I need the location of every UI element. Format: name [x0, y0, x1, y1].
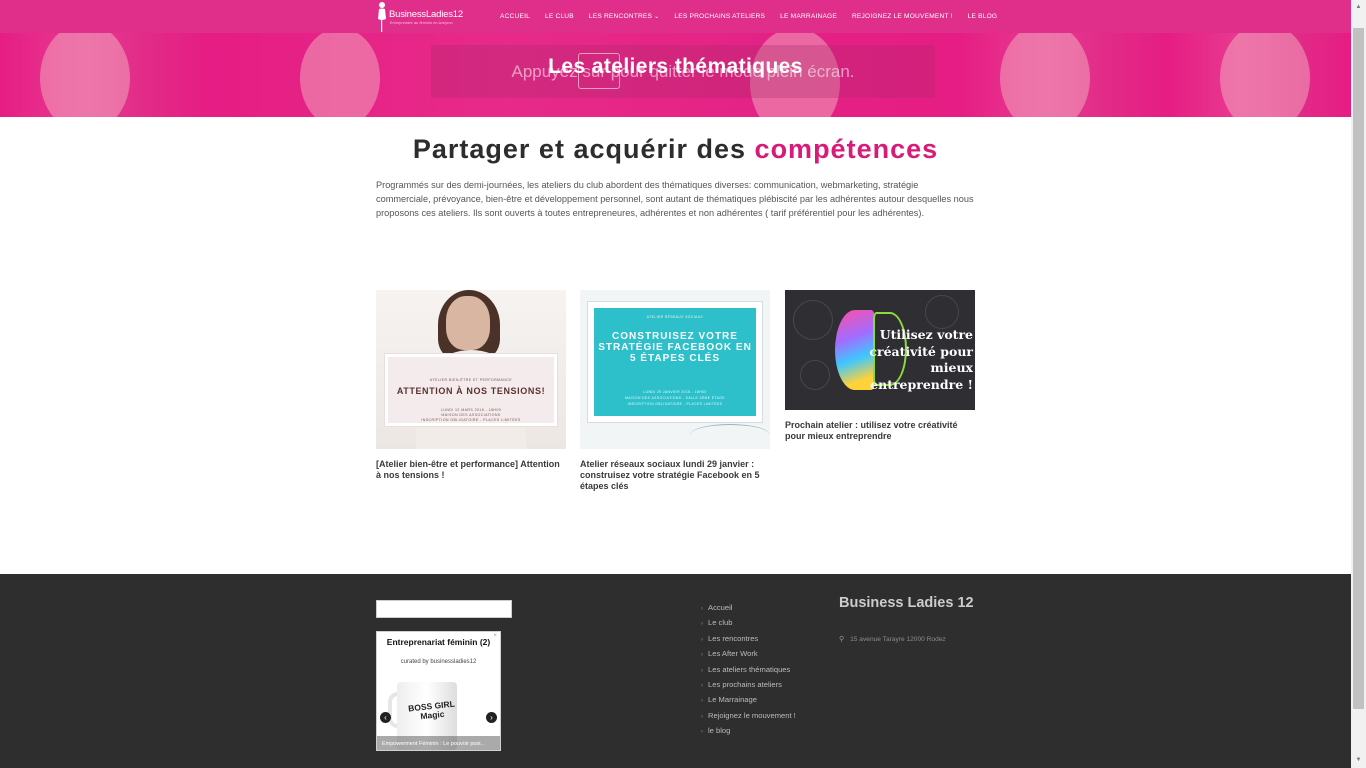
sketch-doodle [800, 360, 830, 390]
chevron-right-icon: › [701, 729, 703, 736]
sketch-doodle [793, 300, 833, 340]
close-icon[interactable]: × [493, 633, 497, 639]
footer-link-blog[interactable]: › le blog [701, 724, 796, 739]
site-footer: Entreprenariat féminin (2) × curated by … [0, 574, 1351, 768]
poster-kicker: ATELIER RÉSEAUX SOCIAUX [646, 315, 704, 319]
poster-registration: INSCRIPTION OBLIGATOIRE - PLACES LIMITÉE… [421, 418, 521, 422]
poster-venue: MAISON DES ASSOCIATIONS - SALLE 3ÈME ÉTA… [625, 396, 725, 400]
footer-link-accueil[interactable]: › Accueil [701, 601, 796, 616]
footer-address: ⚲ 15 avenue Tarayre 12000 Rodez [839, 635, 946, 643]
footer-link-marrainage[interactable]: › Le Marrainage [701, 693, 796, 708]
widget-title[interactable]: Entreprenariat féminin (2) [377, 637, 500, 647]
poster-registration: INSCRIPTION OBLIGATOIRE - PLACES LIMITÉE… [627, 402, 723, 406]
scroll-up-arrow-icon[interactable]: ▲ [1351, 0, 1366, 15]
poster-panel: ATELIER RÉSEAUX SOCIAUX CONSTRUISEZ VOTR… [594, 308, 756, 416]
widget-caption[interactable]: Empowerment Féminin : Le pouvoir posi... [377, 736, 500, 750]
nav-item-les-rencontres[interactable]: LES RENCONTRES ⌄ [589, 13, 660, 20]
footer-link-label: Rejoignez le mouvement ! [708, 710, 796, 720]
nav-item-prochains-ateliers[interactable]: LES PROCHAINS ATELIERS [674, 13, 765, 20]
portrait-face [446, 296, 490, 350]
map-pin-icon: ⚲ [839, 636, 845, 643]
sketch-doodle [925, 295, 959, 329]
page-scrollbar[interactable]: ▲ ▼ [1351, 0, 1366, 768]
nav-item-blog[interactable]: LE BLOG [968, 13, 998, 20]
footer-link-label: Les rencontres [708, 633, 759, 643]
chevron-right-icon: › [701, 698, 703, 705]
logo-text: BusinessLadies12 [389, 9, 463, 20]
hero-banner: Appuyez sur pour quitter le mode plein é… [0, 33, 1351, 117]
nav-item-accueil[interactable]: ACCUEIL [500, 13, 530, 20]
chevron-right-icon: › [701, 652, 703, 659]
footer-link-label: Le club [708, 618, 733, 628]
workshop-card-title[interactable]: Atelier réseaux sociaux lundi 29 janvier… [580, 459, 770, 492]
poster-headline: CONSTRUISEZ VOTRE STRATÉGIE FACEBOOK EN … [598, 331, 752, 364]
site-logo[interactable]: BusinessLadies12 Entreprendre au féminin… [376, 1, 466, 32]
main-nav: ACCUEIL LE CLUB LES RENCONTRES ⌄ LES PROC… [500, 0, 1012, 33]
widget-curated-by: curated by businessladies12 [400, 659, 477, 665]
top-navigation-bar: BusinessLadies12 Entreprendre au féminin… [0, 0, 1351, 33]
footer-address-text: 15 avenue Tarayre 12000 Rodez [850, 636, 946, 643]
section-heading-accent: compétences [754, 134, 939, 164]
poster-headline: ATTENTION À NOS TENSIONS! [396, 386, 546, 396]
footer-link-label: Les prochains ateliers [708, 680, 782, 690]
chevron-down-icon: ⌄ [654, 14, 660, 20]
poster-panel: ATELIER BIEN-ÊTRE ET PERFORMANCE ATTENTI… [385, 354, 557, 426]
earphone-cable [690, 424, 770, 446]
workshop-card[interactable]: ATELIER RÉSEAUX SOCIAUX CONSTRUISEZ VOTR… [580, 290, 770, 492]
footer-link-rejoignez[interactable]: › Rejoignez le mouvement ! [701, 709, 796, 724]
poster-date: LUNDI 12 MARS 2018 - 18H00 [440, 408, 502, 412]
laptop-screen: ATELIER RÉSEAUX SOCIAUX CONSTRUISEZ VOTR… [588, 302, 762, 422]
footer-link-le-club[interactable]: › Le club [701, 616, 796, 631]
footer-links: › Accueil › Le club › Les rencontres › Les A… [701, 601, 796, 740]
scroll-down-arrow-icon[interactable]: ▼ [1351, 753, 1366, 768]
workshop-card-image[interactable]: ATELIER RÉSEAUX SOCIAUX CONSTRUISEZ VOTR… [580, 290, 770, 449]
chevron-right-icon: › [701, 683, 703, 690]
chevron-right-icon: › [701, 713, 703, 720]
workshop-card-image[interactable]: Utilisez votre créativité pour mieux ent… [785, 290, 975, 410]
footer-link-label: Les After Work [708, 649, 758, 659]
footer-link-rencontres[interactable]: › Les rencontres [701, 632, 796, 647]
scoopit-widget: Entreprenariat féminin (2) × curated by … [376, 631, 501, 751]
poster-kicker: ATELIER BIEN-ÊTRE ET PERFORMANCE [429, 378, 513, 382]
footer-link-after-work[interactable]: › Les After Work [701, 647, 796, 662]
chevron-left-icon[interactable]: ‹ [380, 712, 391, 723]
logo-figure-icon [378, 2, 386, 32]
scrollbar-thumb[interactable] [1353, 28, 1364, 709]
footer-link-ateliers[interactable]: › Les ateliers thématiques [701, 663, 796, 678]
workshop-card[interactable]: Utilisez votre créativité pour mieux ent… [785, 290, 975, 442]
poster-venue: MAISON DES ASSOCIATIONS [441, 413, 501, 417]
workshop-card-title[interactable]: Prochain atelier : utilisez votre créati… [785, 420, 975, 442]
footer-org-name: Business Ladies 12 [839, 595, 974, 611]
section-heading: Partager et acquérir des compétences [0, 134, 1351, 165]
logo-tagline: Entreprendre au féminin en Aveyron [390, 21, 453, 25]
nav-item-les-rencontres-label: LES RENCONTRES [588, 13, 653, 20]
section-heading-text: Partager et acquérir des [412, 134, 747, 164]
poster-date: LUNDI 29 JANVIER 2018 - 18H00 [643, 390, 707, 394]
chevron-right-icon[interactable]: › [486, 712, 497, 723]
footer-link-label: le blog [708, 726, 731, 736]
chevron-right-icon: › [701, 621, 703, 628]
nav-item-rejoignez[interactable]: REJOIGNEZ LE MOUVEMENT ! [852, 13, 953, 20]
workshop-card-image[interactable]: ATELIER BIEN-ÊTRE ET PERFORMANCE ATTENTI… [376, 290, 566, 449]
page-title: Les ateliers thématiques [548, 55, 803, 78]
footer-link-label: Le Marrainage [708, 695, 757, 705]
footer-link-label: Accueil [708, 603, 733, 612]
footer-link-label: Les ateliers thématiques [708, 664, 791, 674]
chevron-right-icon: › [701, 606, 703, 612]
footer-search-input[interactable] [376, 600, 512, 618]
chevron-right-icon: › [701, 636, 703, 643]
footer-link-prochains-ateliers[interactable]: › Les prochains ateliers [701, 678, 796, 693]
nav-item-le-club[interactable]: LE CLUB [545, 13, 574, 20]
intro-paragraph: Programmés sur des demi-journées, les at… [376, 180, 974, 218]
nav-item-marrainage[interactable]: LE MARRAINAGE [780, 13, 837, 20]
workshop-card[interactable]: ATELIER BIEN-ÊTRE ET PERFORMANCE ATTENTI… [376, 290, 566, 481]
workshop-card-title[interactable]: [Atelier bien-être et performance] Atten… [376, 459, 566, 481]
chevron-right-icon: › [701, 667, 703, 674]
poster-headline: Utilisez votre créativité pour mieux ent… [869, 327, 973, 392]
